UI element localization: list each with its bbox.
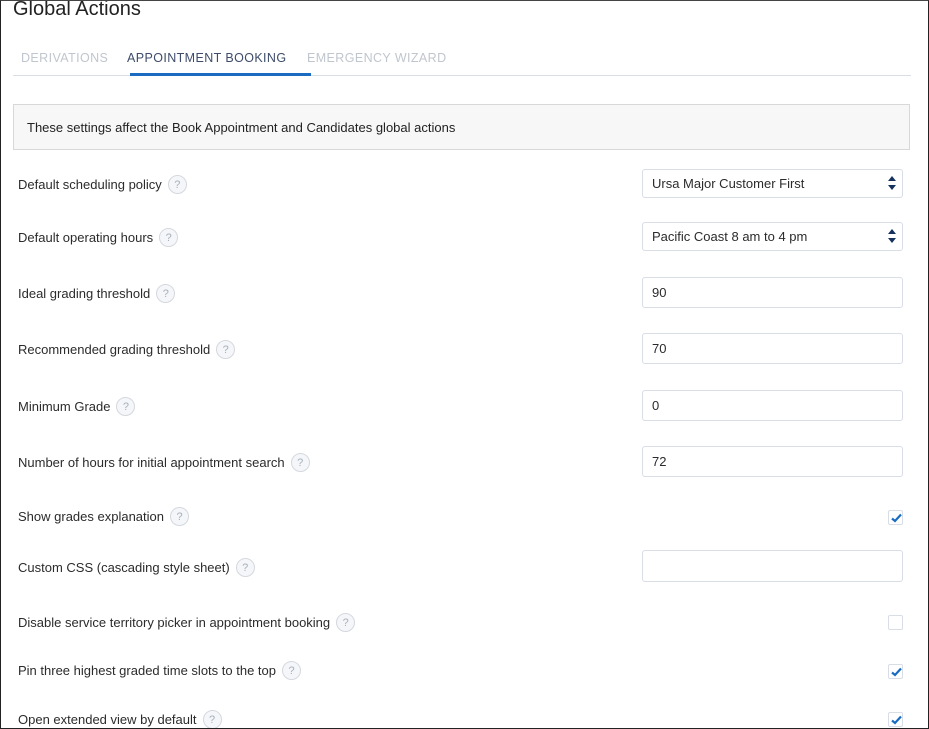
help-icon[interactable]: ? xyxy=(167,175,187,194)
show-grades-explanation-checkbox[interactable] xyxy=(888,510,903,525)
scheduling-policy-label-text: Default scheduling policy xyxy=(18,177,162,192)
pin-top-slots-label: Pin three highest graded time slots to t… xyxy=(18,661,301,680)
select-arrows-icon xyxy=(888,229,896,245)
tab-appointment-booking[interactable]: APPOINTMENT BOOKING xyxy=(127,51,286,65)
extended-view-checkbox[interactable] xyxy=(888,712,903,727)
show-grades-explanation-label-text: Show grades explanation xyxy=(18,509,164,524)
operating-hours-label-text: Default operating hours xyxy=(18,230,154,245)
custom-css-label-text: Custom CSS (cascading style sheet) xyxy=(18,560,230,575)
extended-view-label: Open extended view by default ? xyxy=(18,710,222,728)
operating-hours-label: Default operating hours ? xyxy=(18,228,179,247)
global-actions-panel: Global Actions DERIVATIONS APPOINTMENT B… xyxy=(0,0,929,729)
minimum-grade-input[interactable]: 0 xyxy=(642,390,903,421)
initial-search-hours-label: Number of hours for initial appointment … xyxy=(18,453,310,472)
checkmark-icon xyxy=(891,667,902,677)
scheduling-policy-value: Ursa Major Customer First xyxy=(652,176,805,191)
extended-view-label-text: Open extended view by default xyxy=(18,712,197,727)
page-title: Global Actions xyxy=(13,0,141,20)
minimum-grade-label: Minimum Grade ? xyxy=(18,397,136,416)
info-notice: These settings affect the Book Appointme… xyxy=(13,104,910,150)
checkmark-icon xyxy=(891,715,902,725)
help-icon[interactable]: ? xyxy=(202,710,222,728)
recommended-threshold-input[interactable]: 70 xyxy=(642,333,903,364)
disable-territory-picker-label-text: Disable service territory picker in appo… xyxy=(18,615,331,630)
help-icon[interactable]: ? xyxy=(216,340,236,359)
help-icon[interactable]: ? xyxy=(336,613,356,632)
operating-hours-value: Pacific Coast 8 am to 4 pm xyxy=(652,229,808,244)
tab-derivations[interactable]: DERIVATIONS xyxy=(21,51,108,65)
help-icon[interactable]: ? xyxy=(235,558,255,577)
custom-css-input[interactable] xyxy=(642,550,903,582)
disable-territory-picker-checkbox[interactable] xyxy=(888,615,903,630)
ideal-threshold-input[interactable]: 90 xyxy=(642,277,903,308)
pin-top-slots-checkbox[interactable] xyxy=(888,664,903,679)
help-icon[interactable]: ? xyxy=(156,284,176,303)
help-icon[interactable]: ? xyxy=(290,453,310,472)
scheduling-policy-select[interactable]: Ursa Major Customer First xyxy=(642,169,903,198)
select-arrows-icon xyxy=(888,176,896,192)
recommended-threshold-label: Recommended grading threshold ? xyxy=(18,340,236,359)
help-icon[interactable]: ? xyxy=(170,507,189,526)
checkmark-icon xyxy=(891,513,902,523)
disable-territory-picker-label: Disable service territory picker in appo… xyxy=(18,613,356,632)
active-tab-indicator xyxy=(130,73,311,76)
help-icon[interactable]: ? xyxy=(159,228,179,247)
minimum-grade-label-text: Minimum Grade xyxy=(18,399,111,414)
operating-hours-select[interactable]: Pacific Coast 8 am to 4 pm xyxy=(642,222,903,251)
initial-search-hours-label-text: Number of hours for initial appointment … xyxy=(18,455,285,470)
initial-search-hours-input[interactable]: 72 xyxy=(642,446,903,477)
recommended-threshold-label-text: Recommended grading threshold xyxy=(18,342,211,357)
tab-emergency-wizard[interactable]: EMERGENCY WIZARD xyxy=(307,51,447,65)
show-grades-explanation-label: Show grades explanation ? xyxy=(18,507,189,526)
tab-bar: DERIVATIONS APPOINTMENT BOOKING EMERGENC… xyxy=(13,41,911,76)
help-icon[interactable]: ? xyxy=(116,397,136,416)
ideal-threshold-label-text: Ideal grading threshold xyxy=(18,286,151,301)
ideal-threshold-label: Ideal grading threshold ? xyxy=(18,284,176,303)
help-icon[interactable]: ? xyxy=(282,661,301,680)
scheduling-policy-label: Default scheduling policy ? xyxy=(18,175,187,194)
pin-top-slots-label-text: Pin three highest graded time slots to t… xyxy=(18,663,276,678)
custom-css-label: Custom CSS (cascading style sheet) ? xyxy=(18,558,255,577)
